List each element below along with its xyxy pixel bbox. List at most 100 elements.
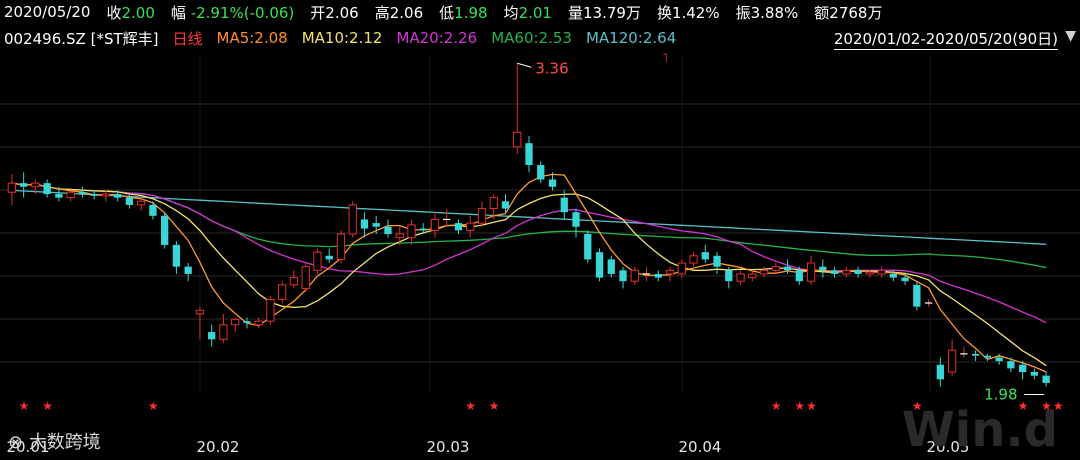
candle-body: [548, 179, 557, 187]
candle-body: [759, 269, 769, 275]
candle-body: [1018, 364, 1027, 373]
candle-body: [419, 228, 427, 231]
candle-body: [1030, 372, 1039, 376]
candle-body: [477, 208, 487, 224]
candle-body: [936, 364, 944, 380]
candle-body: [348, 204, 357, 235]
candle-body: [713, 255, 721, 267]
candle-body: [243, 321, 251, 323]
x-tick-label: 20.04: [679, 438, 722, 456]
candle-body: [701, 252, 709, 260]
candle-body: [407, 224, 416, 239]
candle-body: [854, 270, 862, 274]
star-marker: ★: [794, 399, 805, 413]
candlestick-chart: 3.361.98˥★★★★★★★★★★★★★★20.0120.0220.0320…: [0, 51, 1080, 456]
candle-body: [278, 284, 287, 300]
candle-body: [219, 324, 228, 340]
candle-body: [489, 197, 498, 210]
candle-body: [665, 269, 675, 275]
candle-body: [830, 270, 839, 274]
candle-body: [819, 266, 827, 271]
candle-body: [208, 332, 216, 340]
candle-body: [66, 191, 75, 199]
x-tick-label: 20.02: [197, 438, 240, 456]
candle-body: [466, 222, 475, 231]
candle-body: [971, 353, 980, 356]
candle-body: [266, 298, 275, 322]
x-tick-label: 20.03: [427, 438, 470, 456]
candle-body: [748, 273, 757, 279]
candle-body: [313, 251, 322, 271]
candle-body: [901, 277, 909, 282]
candle-body: [55, 194, 63, 198]
candle-body: [101, 193, 111, 197]
candle-body: [384, 226, 392, 234]
candle-body: [336, 233, 346, 260]
candle-body: [289, 277, 299, 286]
candle-body: [677, 262, 686, 275]
star-marker: ★: [489, 399, 500, 413]
star-marker: ★: [148, 399, 159, 413]
candle-body: [877, 269, 886, 275]
candle-body: [947, 349, 957, 373]
candle-body: [865, 271, 874, 275]
candle-body: [454, 223, 463, 231]
candle-body: [725, 270, 733, 282]
logo-icon: ⊗: [8, 432, 29, 453]
candle-body: [630, 269, 639, 282]
candle-body: [125, 197, 134, 205]
candle-body: [913, 284, 921, 307]
candle-body: [584, 233, 592, 260]
logo: ⊗ 大数跨境: [8, 428, 101, 454]
candle-body: [184, 266, 192, 274]
top-marker: ˥: [662, 51, 668, 65]
candle-body: [43, 183, 51, 195]
candle-body: [231, 318, 240, 326]
candle-body: [372, 223, 380, 227]
candle-body: [360, 219, 369, 229]
candle-body: [795, 270, 803, 282]
star-marker: ★: [465, 399, 476, 413]
candle-body: [806, 262, 816, 282]
candle-body: [771, 266, 780, 271]
candle-body: [137, 200, 146, 206]
candle-body: [90, 194, 98, 196]
candle-body: [595, 252, 604, 278]
high-marker-line: [517, 62, 532, 68]
candle-body: [783, 266, 792, 271]
candle-body: [572, 212, 580, 227]
star-marker: ★: [19, 399, 30, 413]
candle-body: [395, 233, 404, 239]
candle-body: [537, 164, 545, 180]
candle-body: [513, 131, 522, 148]
candle-body: [889, 273, 897, 278]
high-label: 3.36: [535, 59, 568, 77]
logo-text: 大数跨境: [28, 432, 101, 453]
candle-body: [983, 355, 992, 358]
candle-body: [114, 194, 122, 198]
candle-body: [301, 266, 310, 289]
candle-body: [607, 259, 615, 274]
candle-body: [254, 320, 263, 326]
candle-body: [149, 204, 157, 216]
candle-body: [736, 273, 745, 282]
candle-body: [325, 255, 333, 260]
low-label: 1.98: [984, 386, 1017, 404]
star-marker: ★: [771, 399, 782, 413]
candle-body: [619, 270, 627, 282]
candle-body: [689, 255, 698, 264]
candle-body: [7, 182, 17, 193]
candle-body: [1042, 375, 1050, 383]
candle-body: [430, 218, 440, 231]
candle-body: [525, 143, 533, 165]
candle-body: [560, 197, 568, 213]
candle-body: [78, 192, 87, 195]
candle-body: [654, 273, 662, 278]
star-marker: ★: [42, 399, 53, 413]
candle-body: [19, 183, 28, 187]
candle-body: [842, 269, 851, 275]
watermark: Win.d: [901, 402, 1058, 458]
candle-body: [172, 244, 181, 267]
star-marker: ★: [806, 399, 817, 413]
candle-body: [31, 182, 40, 188]
